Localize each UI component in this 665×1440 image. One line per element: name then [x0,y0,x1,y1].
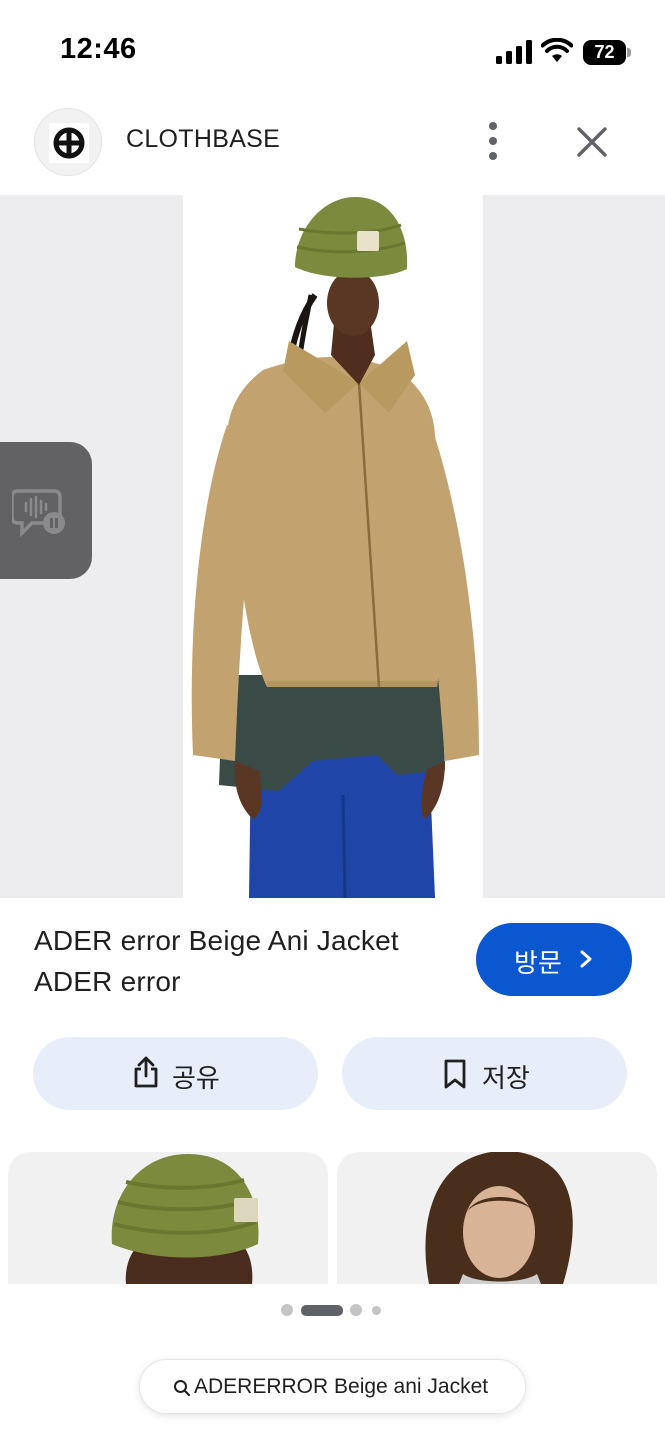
share-button[interactable]: 공유 [33,1037,318,1110]
site-header: CLOTHBASE [0,100,665,190]
more-options-button[interactable] [473,118,513,164]
more-vertical-icon [489,122,497,160]
status-bar: 12:46 72 [0,0,665,100]
voice-search-paused-icon [12,489,65,538]
site-name[interactable]: CLOTHBASE [126,125,280,154]
page-dot-active[interactable] [301,1305,343,1316]
close-button[interactable] [570,120,614,164]
wifi-icon [541,38,573,62]
voice-search-panel[interactable] [0,442,92,579]
page-indicator [0,1302,665,1318]
page-dot[interactable] [350,1304,362,1316]
search-query-pill[interactable]: ADERERROR Beige ani Jacket [139,1359,526,1414]
site-logo[interactable] [34,108,102,176]
chevron-right-icon [580,950,592,968]
battery-indicator: 72 [583,40,631,66]
visit-button-label: 방문 [514,948,562,978]
related-image-beanie [111,1154,259,1284]
status-time: 12:46 [60,33,137,65]
share-button-label: 공유 [172,1063,220,1093]
battery-level: 72 [594,42,615,62]
page-dot[interactable] [372,1306,381,1315]
model-photo [191,197,479,898]
close-icon [577,127,607,157]
save-button-label: 저장 [482,1063,530,1093]
visit-button[interactable]: 방문 [476,923,632,996]
share-icon [134,1056,158,1088]
product-image[interactable] [183,195,483,898]
search-query-text: ADERERROR Beige ani Jacket [194,1375,489,1398]
search-icon [174,1380,191,1397]
bookmark-icon [444,1059,466,1089]
related-image-card[interactable] [337,1152,657,1284]
page-dot[interactable] [281,1304,293,1316]
product-title[interactable]: ADER error Beige Ani Jacket [34,925,399,957]
related-image-card[interactable] [8,1152,328,1284]
clothbase-logo-icon [49,123,89,163]
product-brand: ADER error [34,966,181,997]
save-button[interactable]: 저장 [342,1037,627,1110]
cellular-signal-icon [496,40,532,64]
related-image-model [425,1152,573,1284]
image-viewer[interactable] [0,195,665,898]
